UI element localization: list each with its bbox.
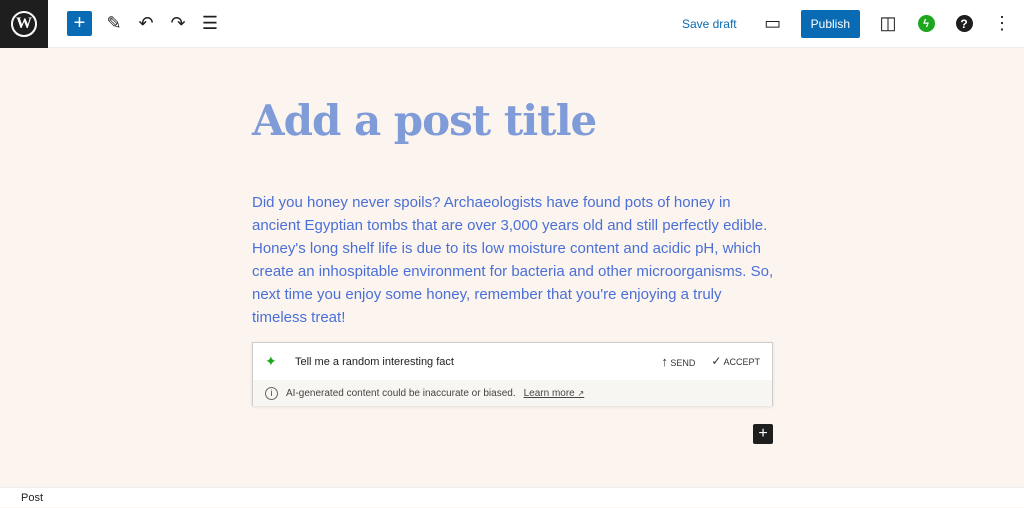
send-button[interactable]: ↑ SEND [661, 354, 695, 369]
breadcrumb-post[interactable]: Post [21, 492, 43, 504]
info-icon: i [265, 386, 278, 400]
undo-button[interactable]: ↶ [130, 8, 162, 40]
plus-icon: + [73, 12, 86, 34]
sidebar-icon: ◫ [879, 13, 897, 33]
list-view-button[interactable]: ☰ [194, 8, 226, 40]
preview-laptop-icon: ▭ [764, 13, 782, 33]
ai-assistant-panel: ✦ Tell me a random interesting fact ↑ SE… [252, 342, 773, 406]
help-icon: ? [955, 15, 973, 32]
redo-icon: ↷ [170, 13, 186, 33]
footer-breadcrumb: Post [0, 487, 1024, 507]
paragraph-block[interactable]: Did you honey never spoils? Archaeologis… [252, 191, 777, 329]
arrow-up-icon: ↑ [661, 354, 668, 369]
more-vertical-icon: ⋮ [993, 13, 1011, 33]
preview-button[interactable]: ▭ [757, 8, 789, 40]
accept-button[interactable]: ✓ ACCEPT [711, 354, 760, 369]
publish-button[interactable]: Publish [800, 9, 860, 38]
top-toolbar: W + ✎ ↶ ↷ ☰ Save draft ▭ Publish ◫ ϟ ? ⋮ [0, 0, 1024, 48]
options-button[interactable]: ⋮ [986, 8, 1018, 40]
help-button[interactable]: ? [948, 8, 980, 40]
list-view-icon: ☰ [201, 13, 219, 33]
learn-more-link[interactable]: Learn more ↗ [524, 388, 585, 399]
plus-icon: + [758, 425, 768, 442]
post-title-input[interactable]: Add a post title [252, 96, 597, 145]
jetpack-icon: ϟ [917, 15, 935, 32]
redo-button[interactable]: ↷ [162, 8, 194, 40]
jetpack-button[interactable]: ϟ [910, 8, 942, 40]
block-inserter-button[interactable]: + [753, 424, 773, 444]
settings-button[interactable]: ◫ [872, 8, 904, 40]
pencil-icon: ✎ [106, 13, 122, 33]
tools-button[interactable]: ✎ [98, 8, 130, 40]
undo-icon: ↶ [138, 13, 154, 33]
add-block-button[interactable]: + [67, 11, 92, 36]
external-link-icon: ↗ [577, 388, 585, 398]
ai-prompt-input[interactable]: Tell me a random interesting fact [295, 356, 454, 368]
check-icon: ✓ [711, 354, 722, 368]
save-draft-button[interactable]: Save draft [682, 17, 737, 31]
ai-sparkle-icon: ✦ [265, 353, 277, 369]
wordpress-logo[interactable]: W [0, 0, 48, 48]
ai-disclaimer: AI-generated content could be inaccurate… [286, 387, 516, 399]
